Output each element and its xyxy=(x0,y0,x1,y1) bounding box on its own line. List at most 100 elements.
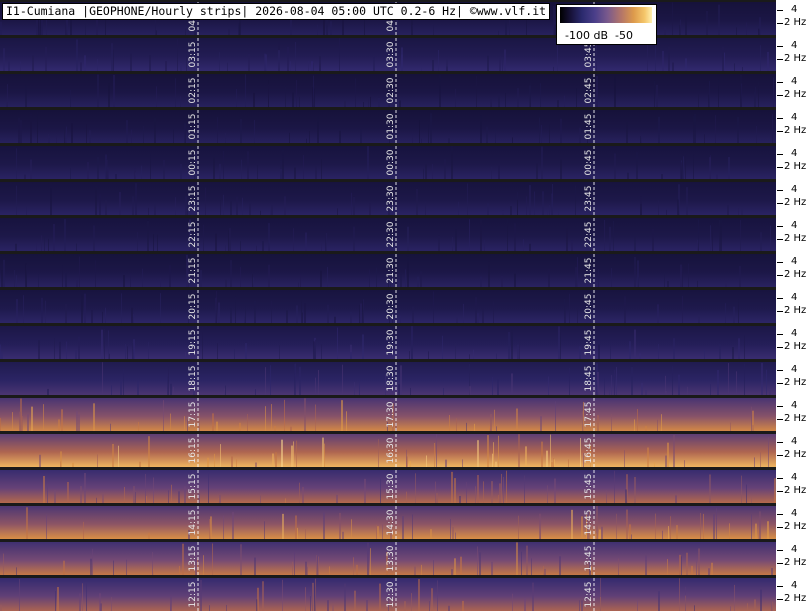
hz-tick-4: 4 xyxy=(791,40,798,51)
time-label: 02:30 xyxy=(386,77,396,103)
hz-tick-4: 4 xyxy=(791,292,798,303)
time-label: 21:30 xyxy=(386,257,396,283)
hz-tick-4: 4 xyxy=(791,220,798,231)
strip-02: 02:15 02:30 02:45 xyxy=(0,71,776,107)
time-label: 20:45 xyxy=(584,294,594,320)
colorbar-label-min: -100 dB xyxy=(565,29,608,42)
strip-21: 21:15 21:30 21:45 xyxy=(0,251,776,287)
hz-tick-mark xyxy=(777,334,783,335)
hz-tick-2: 2 Hz xyxy=(784,521,807,532)
hz-tick-4: 4 xyxy=(791,112,798,123)
time-label: 18:15 xyxy=(188,366,198,392)
hz-tick-4: 4 xyxy=(791,148,798,159)
time-label: 12:30 xyxy=(386,581,396,607)
time-label: 21:15 xyxy=(188,258,198,284)
hz-tick-mark xyxy=(777,262,783,263)
time-label: 18:45 xyxy=(584,366,594,392)
strip-01: 01:15 01:30 01:45 xyxy=(0,107,776,143)
hz-tick-2: 2 Hz xyxy=(784,17,807,28)
hz-tick-mark xyxy=(777,46,783,47)
hz-tick-mark xyxy=(777,154,783,155)
hz-tick-4: 4 xyxy=(791,472,798,483)
strip-17: 17:15 17:30 17:45 xyxy=(0,395,776,431)
time-label: 17:15 xyxy=(188,402,198,428)
hz-tick-mark xyxy=(777,298,783,299)
hz-tick-2: 2 Hz xyxy=(784,197,807,208)
hz-tick-mark xyxy=(777,383,783,384)
hz-tick-2: 2 Hz xyxy=(784,449,807,460)
hz-tick-2: 2 Hz xyxy=(784,413,807,424)
hz-tick-2: 2 Hz xyxy=(784,593,807,604)
time-label: 18:30 xyxy=(386,365,396,391)
chart-title: I1-Cumiana |GEOPHONE/Hourly strips| 2026… xyxy=(2,3,551,20)
time-label: 14:30 xyxy=(386,509,396,535)
time-label: 23:15 xyxy=(188,186,198,212)
hz-tick-mark xyxy=(777,203,783,204)
time-label: 00:15 xyxy=(188,150,198,176)
hz-tick-mark xyxy=(777,419,783,420)
hz-tick-mark xyxy=(777,527,783,528)
strip-13: 13:15 13:30 13:45 xyxy=(0,539,776,575)
hz-tick-mark xyxy=(777,226,783,227)
time-label: 13:30 xyxy=(386,545,396,571)
time-label: 16:45 xyxy=(584,438,594,464)
time-label: 00:45 xyxy=(584,150,594,176)
frequency-axis: 4 2 Hz 4 2 Hz 4 2 Hz 4 2 Hz 4 2 Hz 4 2 Hz 4 2 Hz 4 2 Hz… xyxy=(776,0,812,611)
hz-tick-mark xyxy=(777,586,783,587)
hz-tick-2: 2 Hz xyxy=(784,485,807,496)
hz-tick-2: 2 Hz xyxy=(784,557,807,568)
time-label: 00:30 xyxy=(386,149,396,175)
hz-tick-2: 2 Hz xyxy=(784,89,807,100)
hz-tick-4: 4 xyxy=(791,256,798,267)
hz-tick-mark xyxy=(777,275,783,276)
colorbar-label-max: -50 xyxy=(615,29,633,42)
hz-tick-mark xyxy=(777,514,783,515)
hz-tick-mark xyxy=(777,167,783,168)
time-label: 03:15 xyxy=(188,42,198,68)
time-label: 23:30 xyxy=(386,185,396,211)
hz-tick-4: 4 xyxy=(791,4,798,15)
strip-12: 12:15 12:30 12:45 xyxy=(0,575,776,611)
time-label: 22:45 xyxy=(584,222,594,248)
hz-tick-mark xyxy=(777,478,783,479)
hz-tick-mark xyxy=(777,190,783,191)
hz-tick-mark xyxy=(777,563,783,564)
spectrogram: 04:1504:3004:4503:1503:3003:4502:1502:30… xyxy=(0,0,812,611)
time-label: 01:15 xyxy=(188,114,198,140)
hz-tick-mark xyxy=(777,131,783,132)
time-label: 03:30 xyxy=(386,41,396,67)
time-label: 19:15 xyxy=(188,330,198,356)
time-label: 20:30 xyxy=(386,293,396,319)
time-label: 17:30 xyxy=(386,401,396,427)
time-label: 19:45 xyxy=(584,330,594,356)
strip-14: 14:15 14:30 14:45 xyxy=(0,503,776,539)
strip-03: 03:15 03:30 03:45 xyxy=(0,35,776,71)
hz-tick-2: 2 Hz xyxy=(784,233,807,244)
hz-tick-mark xyxy=(777,455,783,456)
hz-tick-mark xyxy=(777,491,783,492)
hz-tick-4: 4 xyxy=(791,436,798,447)
strip-20: 20:15 20:30 20:45 xyxy=(0,287,776,323)
hz-tick-2: 2 Hz xyxy=(784,53,807,64)
hz-tick-4: 4 xyxy=(791,544,798,555)
time-label: 15:30 xyxy=(386,473,396,499)
strip-15: 15:15 15:30 15:45 xyxy=(0,467,776,503)
hz-tick-mark xyxy=(777,95,783,96)
hz-tick-mark xyxy=(777,599,783,600)
time-label: 02:45 xyxy=(584,78,594,104)
time-label: 19:30 xyxy=(386,329,396,355)
time-label: 22:15 xyxy=(188,222,198,248)
time-label: 13:45 xyxy=(584,546,594,572)
hz-tick-mark xyxy=(777,370,783,371)
hz-tick-4: 4 xyxy=(791,580,798,591)
time-label: 14:15 xyxy=(188,510,198,536)
strip-22: 22:15 22:30 22:45 xyxy=(0,215,776,251)
hz-tick-mark xyxy=(777,550,783,551)
time-label: 15:15 xyxy=(188,474,198,500)
hz-tick-2: 2 Hz xyxy=(784,305,807,316)
hz-tick-mark xyxy=(777,311,783,312)
hz-tick-4: 4 xyxy=(791,364,798,375)
hz-tick-mark xyxy=(777,406,783,407)
time-label: 13:15 xyxy=(188,546,198,572)
hz-tick-mark xyxy=(777,347,783,348)
